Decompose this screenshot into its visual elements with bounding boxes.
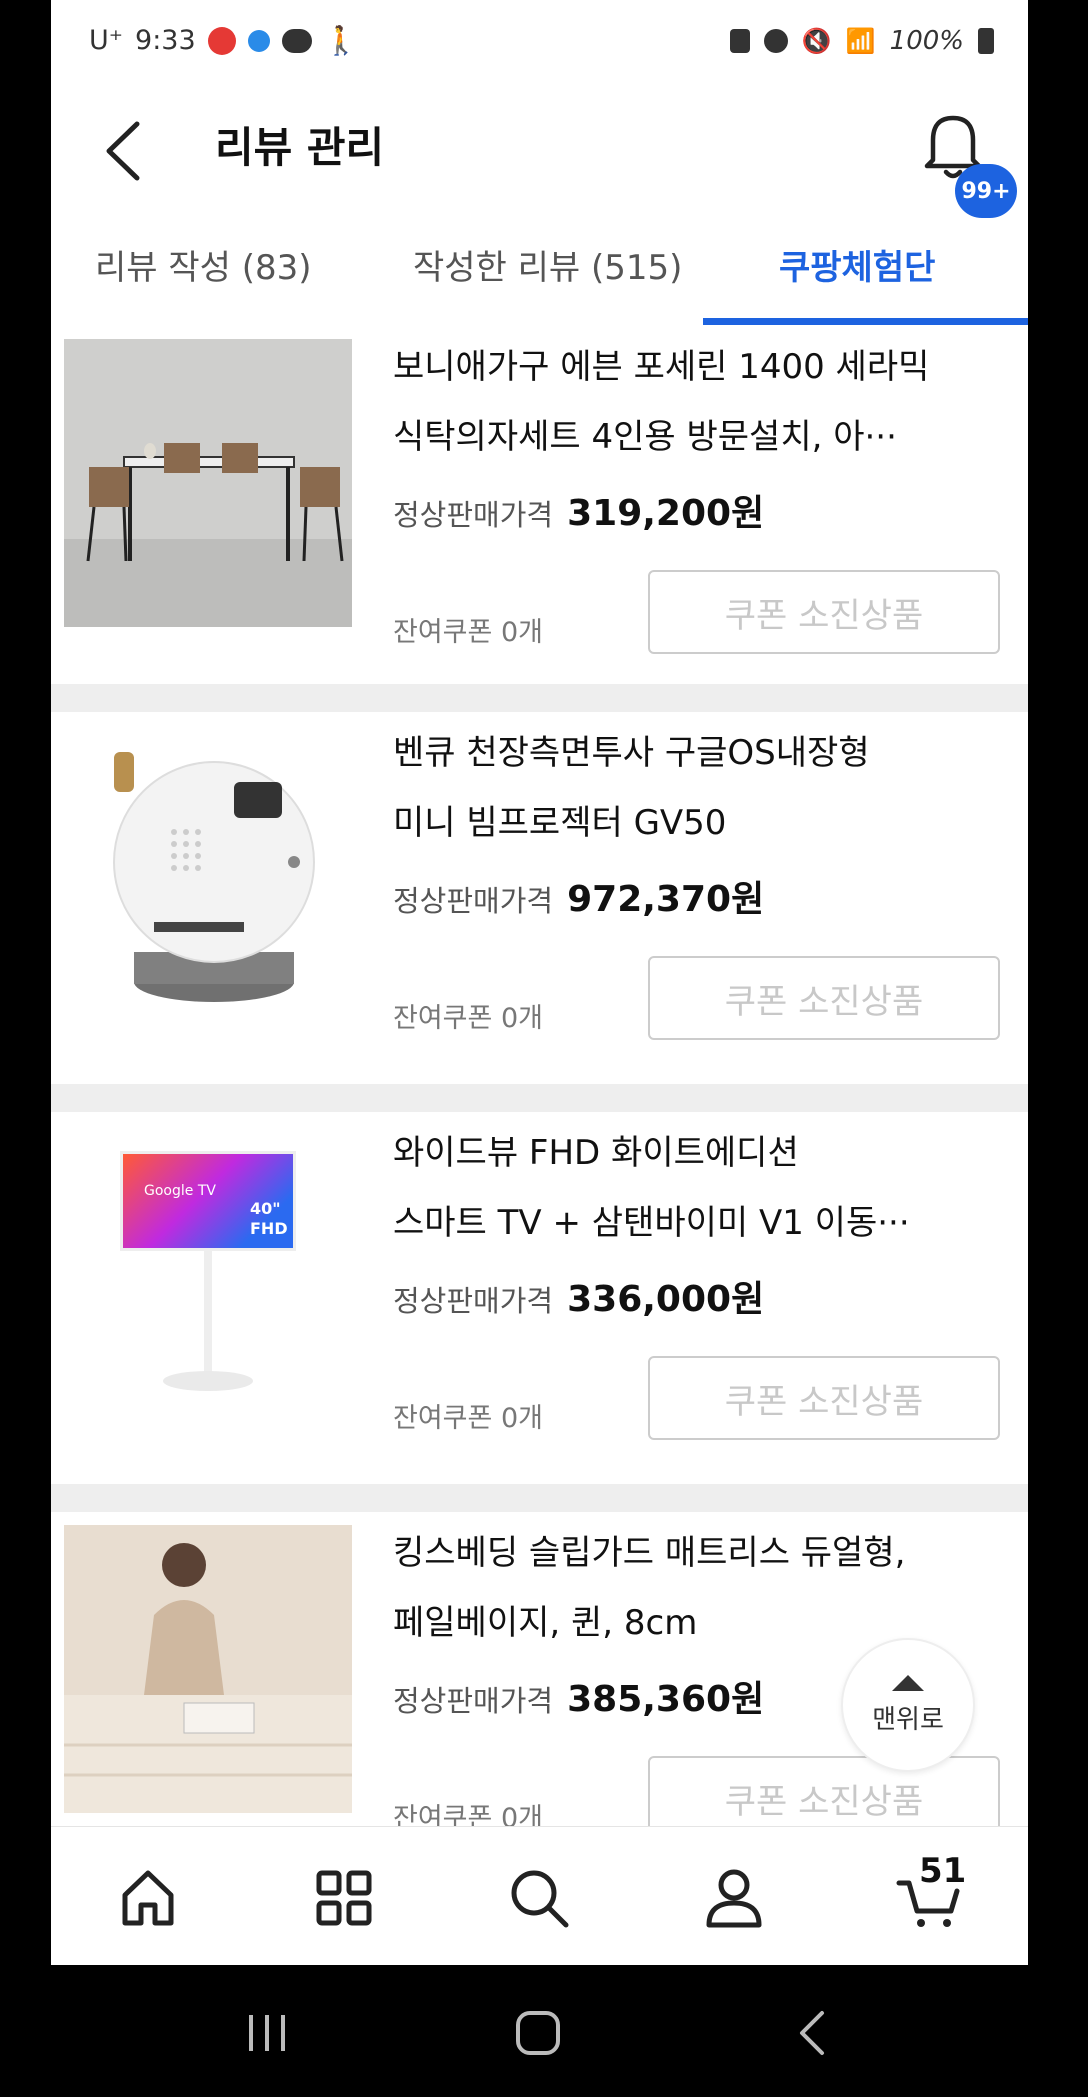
nav-home[interactable]	[113, 1863, 183, 1933]
recent-apps-icon	[249, 2015, 285, 2051]
top-app-bar: 리뷰 관리 99+	[51, 86, 1028, 218]
review-tabs: 리뷰 작성 (83) 작성한 리뷰 (515) 쿠팡체험단	[51, 216, 1028, 326]
product-image: Google TV 40" FHD	[64, 1125, 352, 1413]
remaining-coupon-text: 잔여쿠폰 0개	[393, 1403, 543, 1434]
home-square-icon	[516, 2011, 560, 2055]
back-chevron-icon	[800, 2011, 824, 2055]
tv-resolution-label: FHD	[250, 1219, 288, 1238]
remaining-coupon-text: 잔여쿠폰 0개	[393, 617, 543, 648]
battery-percent: 100%	[889, 26, 964, 56]
product-name[interactable]: 킹스베딩 슬립가드 매트리스 듀얼형, 페일베이지, 퀸, 8cm	[393, 1518, 1005, 1658]
list-item[interactable]: 벤큐 천장측면투사 구글OS내장형 미니 빔프로젝터 GV50 정상판매가격 97…	[51, 712, 1028, 1084]
tab-written-reviews[interactable]: 작성한 리뷰 (515)	[413, 240, 682, 289]
category-icon	[316, 1870, 372, 1926]
remaining-coupon-text: 잔여쿠폰 0개	[393, 1003, 543, 1034]
app-notification-icon	[207, 26, 236, 55]
coupon-exhausted-button[interactable]: 쿠폰 소진상품	[648, 1356, 1000, 1440]
back-system-button[interactable]	[784, 2003, 844, 2063]
bottom-navigation: 51	[51, 1826, 1028, 1965]
product-name-line: 식탁의자세트 4인용 방문설치, 아···	[393, 417, 897, 457]
walking-icon: 🚶	[323, 24, 359, 57]
nav-search[interactable]	[504, 1863, 574, 1933]
cart-count: 51	[919, 1851, 967, 1891]
alarm-icon	[763, 29, 788, 53]
nfc-icon	[729, 29, 750, 53]
divider	[51, 684, 1028, 712]
list-item[interactable]: 보니애가구 에븐 포세린 1400 세라믹 식탁의자세트 4인용 방문설치, 아…	[51, 326, 1028, 698]
coupon-exhausted-button[interactable]: 쿠폰 소진상품	[648, 1756, 1000, 1826]
price-row: 정상판매가격 319,200원	[393, 484, 764, 536]
product-name-line: 와이드뷰 FHD 화이트에디션	[393, 1133, 799, 1173]
mute-icon: 🔇	[801, 27, 832, 55]
notification-badge: 99+	[955, 164, 1017, 218]
divider	[51, 1084, 1028, 1112]
nav-category[interactable]	[309, 1863, 379, 1933]
coupon-exhausted-button[interactable]: 쿠폰 소진상품	[648, 570, 1000, 654]
home-icon	[122, 1870, 174, 1926]
back-button[interactable]	[95, 106, 155, 196]
projector-image	[64, 732, 352, 1020]
product-name-line: 킹스베딩 슬립가드 매트리스 듀얼형,	[393, 1533, 906, 1573]
tab-write-review[interactable]: 리뷰 작성 (83)	[95, 240, 312, 289]
product-name-line: 스마트 TV + 삼탠바이미 V1 이동···	[393, 1203, 910, 1243]
scroll-to-top-label: 맨위로	[872, 1704, 944, 1735]
price-label: 정상판매가격	[393, 1684, 554, 1718]
tv-screen-label: Google TV	[144, 1183, 216, 1199]
price-row: 정상판매가격 972,370원	[393, 870, 764, 922]
app-screen: U⁺ 9:33 🚶 🔇 📶 100% 리뷰 관리 99+ 리뷰 작성 (83) …	[51, 0, 1028, 1965]
mattress-image	[64, 1525, 352, 1813]
carrier-label: U⁺	[89, 25, 124, 56]
status-bar: U⁺ 9:33 🚶 🔇 📶 100%	[51, 0, 1028, 86]
price-value: 336,000원	[567, 1279, 765, 1320]
nav-my-page[interactable]	[699, 1863, 769, 1933]
profile-icon	[706, 1869, 762, 1928]
settings-notification-icon	[247, 29, 270, 52]
price-label: 정상판매가격	[393, 1284, 554, 1318]
back-arrow-icon	[106, 121, 140, 181]
product-image	[64, 732, 352, 1020]
smart-tv-stand-image: Google TV 40" FHD	[64, 1125, 352, 1413]
price-value: 319,200원	[567, 493, 765, 534]
product-name-line: 보니애가구 에븐 포세린 1400 세라믹	[393, 347, 930, 387]
up-arrow-icon	[892, 1674, 924, 1691]
page-title: 리뷰 관리	[215, 123, 385, 172]
scroll-to-top-button[interactable]: 맨위로	[841, 1638, 975, 1772]
price-row: 정상판매가격 385,360원	[393, 1670, 764, 1722]
system-navigation-bar	[0, 1965, 1088, 2097]
tv-size-label: 40"	[250, 1199, 281, 1218]
product-name[interactable]: 와이드뷰 FHD 화이트에디션 스마트 TV + 삼탠바이미 V1 이동···	[393, 1118, 1005, 1258]
battery-icon	[978, 28, 994, 54]
wifi-icon: 📶	[845, 27, 876, 55]
product-name[interactable]: 보니애가구 에븐 포세린 1400 세라믹 식탁의자세트 4인용 방문설치, 아…	[393, 332, 1005, 472]
remaining-coupon-text: 잔여쿠폰 0개	[393, 1803, 543, 1826]
search-icon	[511, 1870, 569, 1928]
dining-table-set-image	[64, 339, 352, 627]
price-label: 정상판매가격	[393, 498, 554, 532]
divider	[51, 1484, 1028, 1512]
product-list[interactable]: 보니애가구 에븐 포세린 1400 세라믹 식탁의자세트 4인용 방문설치, 아…	[51, 326, 1028, 1826]
chat-notification-icon	[281, 28, 312, 53]
clock: 9:33	[135, 25, 196, 56]
price-label: 정상판매가격	[393, 884, 554, 918]
tab-coupang-experience[interactable]: 쿠팡체험단	[779, 240, 935, 289]
recent-apps-button[interactable]	[237, 2003, 297, 2063]
product-image	[64, 1525, 352, 1813]
product-name-line: 벤큐 천장측면투사 구글OS내장형	[393, 733, 870, 773]
active-tab-indicator	[703, 318, 1028, 325]
home-system-button[interactable]	[508, 2003, 568, 2063]
coupon-exhausted-button[interactable]: 쿠폰 소진상품	[648, 956, 1000, 1040]
product-image	[64, 339, 352, 627]
list-item[interactable]: Google TV 40" FHD 와이드뷰 FHD 화이트에디션 스마트 TV…	[51, 1112, 1028, 1484]
product-name-line: 미니 빔프로젝터 GV50	[393, 803, 727, 843]
price-value: 972,370원	[567, 879, 765, 920]
price-row: 정상판매가격 336,000원	[393, 1270, 764, 1322]
price-value: 385,360원	[567, 1679, 765, 1720]
product-name[interactable]: 벤큐 천장측면투사 구글OS내장형 미니 빔프로젝터 GV50	[393, 718, 1005, 858]
